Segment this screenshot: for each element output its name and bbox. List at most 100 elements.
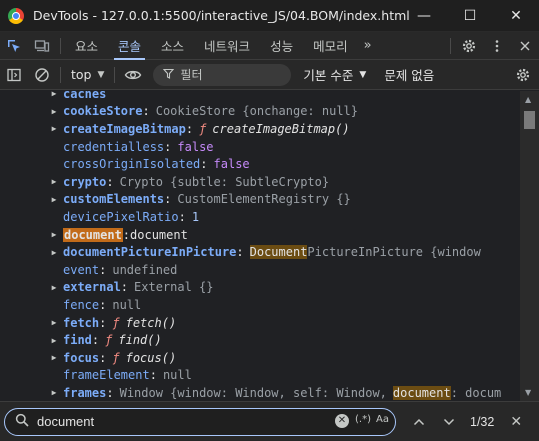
property-key: event xyxy=(63,262,100,277)
property-value: Window {window: Window, self: Window, xyxy=(119,385,387,400)
function-marker: ƒ xyxy=(199,121,207,136)
match-count: 1/32 xyxy=(470,414,495,429)
console-property-row: event: undefined xyxy=(48,261,177,279)
console-scrollbar[interactable]: ▲ ▼ xyxy=(520,91,539,401)
device-toolbar-icon[interactable] xyxy=(28,32,56,60)
console-property-row[interactable]: ▶ focus: ƒ focus() xyxy=(48,349,177,367)
scrollbar-thumb[interactable] xyxy=(524,111,535,129)
console-property-row: fence: null xyxy=(48,296,141,314)
expand-arrow-icon[interactable]: ▶ xyxy=(48,177,60,186)
console-property-row[interactable]: ▶ createImageBitmap: ƒ createImageBitmap() xyxy=(48,120,350,138)
regex-toggle[interactable]: (.*) xyxy=(355,414,371,425)
console-property-row[interactable]: ▶ external: External {} xyxy=(48,279,214,297)
property-value: CustomElementRegistry {} xyxy=(177,192,351,207)
settings-gear-icon[interactable] xyxy=(455,32,483,60)
caret-down-icon: ▼ xyxy=(359,69,367,80)
log-level-selector[interactable]: 기본 수준 ▼ xyxy=(303,65,366,84)
property-separator: : xyxy=(99,297,107,312)
more-tabs-button[interactable]: » xyxy=(358,32,378,60)
expand-arrow-icon[interactable]: ▶ xyxy=(48,336,60,345)
more-options-icon[interactable] xyxy=(483,32,511,60)
function-marker: ƒ xyxy=(105,333,113,348)
property-key: caches xyxy=(63,91,107,101)
minimize-button[interactable]: — xyxy=(401,0,447,32)
next-match-icon[interactable] xyxy=(434,408,464,436)
scroll-up-arrow-icon[interactable]: ▲ xyxy=(525,95,531,104)
property-separator: : xyxy=(99,350,107,365)
close-window-button[interactable]: ✕ xyxy=(493,0,539,32)
property-separator: : xyxy=(142,104,150,119)
console-property-row[interactable]: ▶ customElements: CustomElementRegistry {} xyxy=(48,191,351,209)
scroll-down-arrow-icon[interactable]: ▼ xyxy=(525,388,531,397)
log-level-value: 기본 수준 xyxy=(303,68,354,83)
live-expression-eye-icon[interactable] xyxy=(119,61,147,89)
console-property-row[interactable]: ▶ documentPictureInPicture: Document Pictur… xyxy=(48,243,481,261)
console-property-row: devicePixelRatio:1 xyxy=(48,208,199,226)
chrome-logo-icon xyxy=(8,7,24,24)
filter-funnel-icon xyxy=(163,68,175,82)
console-property-row: crossOriginIsolated: false xyxy=(48,155,250,173)
title-bar: DevTools - 127.0.0.1:5500/interactive_JS… xyxy=(0,0,539,32)
property-key: find xyxy=(63,333,92,348)
tab-network[interactable]: 네트워크 xyxy=(194,32,260,60)
expand-arrow-icon[interactable]: ▶ xyxy=(48,283,60,292)
console-property-row[interactable]: ▶ caches xyxy=(48,91,107,103)
property-value: null xyxy=(112,297,142,312)
context-selector[interactable]: top ▼ xyxy=(65,64,110,86)
context-value: top xyxy=(71,67,92,82)
property-key: focus xyxy=(63,350,100,365)
tab-sources[interactable]: 소스 xyxy=(151,32,194,60)
property-separator: : xyxy=(91,333,100,348)
console-property-row[interactable]: ▶ frames: Window {window: Window, self: Wi… xyxy=(48,384,501,401)
property-separator: : xyxy=(106,385,114,400)
console-property-row[interactable]: ▶ document: document xyxy=(48,226,188,244)
expand-arrow-icon[interactable]: ▶ xyxy=(48,318,60,327)
console-property-row[interactable]: ▶ fetch: ƒ fetch() xyxy=(48,314,177,332)
expand-arrow-icon[interactable]: ▶ xyxy=(48,195,60,204)
tab-performance[interactable]: 성능 xyxy=(260,32,303,60)
property-key: fence xyxy=(63,297,100,312)
close-search-icon[interactable]: ✕ xyxy=(510,414,522,430)
search-icon xyxy=(15,413,29,431)
property-value: false xyxy=(213,157,250,172)
search-input[interactable] xyxy=(37,414,317,429)
search-field[interactable]: ✕ (.*) Aa xyxy=(4,407,396,436)
expand-arrow-icon[interactable]: ▶ xyxy=(48,388,60,397)
expand-arrow-icon[interactable]: ▶ xyxy=(48,353,60,362)
property-key: frameElement xyxy=(63,368,150,383)
expand-arrow-icon[interactable]: ▶ xyxy=(48,107,60,116)
console-settings-gear-icon[interactable] xyxy=(509,61,537,89)
previous-match-icon[interactable] xyxy=(404,408,434,436)
inspect-element-icon[interactable] xyxy=(0,32,28,60)
expand-arrow-icon[interactable]: ▶ xyxy=(48,124,60,133)
property-value: null xyxy=(162,368,192,383)
property-value: 1 xyxy=(191,209,200,224)
property-key: crypto xyxy=(63,174,107,189)
console-filter-input[interactable]: 필터 xyxy=(153,63,292,86)
console-property-row[interactable]: ▶ find: ƒ find() xyxy=(48,331,162,349)
maximize-button[interactable]: ☐ xyxy=(447,0,493,32)
close-devtools-icon[interactable] xyxy=(511,32,539,60)
sidebar-toggle-icon[interactable] xyxy=(0,61,28,89)
property-separator: : xyxy=(185,121,194,136)
tab-console[interactable]: 콘솔 xyxy=(108,32,151,60)
tab-elements[interactable]: 요소 xyxy=(65,32,108,60)
tab-memory[interactable]: 메모리 xyxy=(303,32,358,60)
property-separator: : xyxy=(200,157,208,172)
issues-status[interactable]: 문제 없음 xyxy=(384,65,434,84)
expand-arrow-icon[interactable]: ▶ xyxy=(48,230,60,239)
expand-arrow-icon[interactable]: ▶ xyxy=(48,248,60,257)
devtools-tab-bar: 요소 콘솔 소스 네트워크 성능 메모리 » xyxy=(0,32,539,60)
console-property-row[interactable]: ▶ cookieStore: CookieStore {onchange: null… xyxy=(48,103,358,121)
property-key: documentPictureInPicture xyxy=(63,245,237,260)
match-case-toggle[interactable]: Aa xyxy=(376,414,389,425)
clear-search-icon[interactable]: ✕ xyxy=(335,413,349,428)
console-property-row[interactable]: ▶ crypto: Crypto {subtle: SubtleCrypto} xyxy=(48,173,330,191)
clear-console-icon[interactable] xyxy=(28,61,56,89)
expand-arrow-icon[interactable]: ▶ xyxy=(48,91,60,98)
property-value: Crypto {subtle: SubtleCrypto} xyxy=(119,174,330,189)
property-value: undefined xyxy=(112,262,178,277)
console-output[interactable]: ▶ caches ▶ cookieStore: CookieStore {onchang… xyxy=(0,91,520,401)
property-value: PictureInPicture {window xyxy=(307,245,481,260)
property-key: customElements xyxy=(63,192,165,207)
